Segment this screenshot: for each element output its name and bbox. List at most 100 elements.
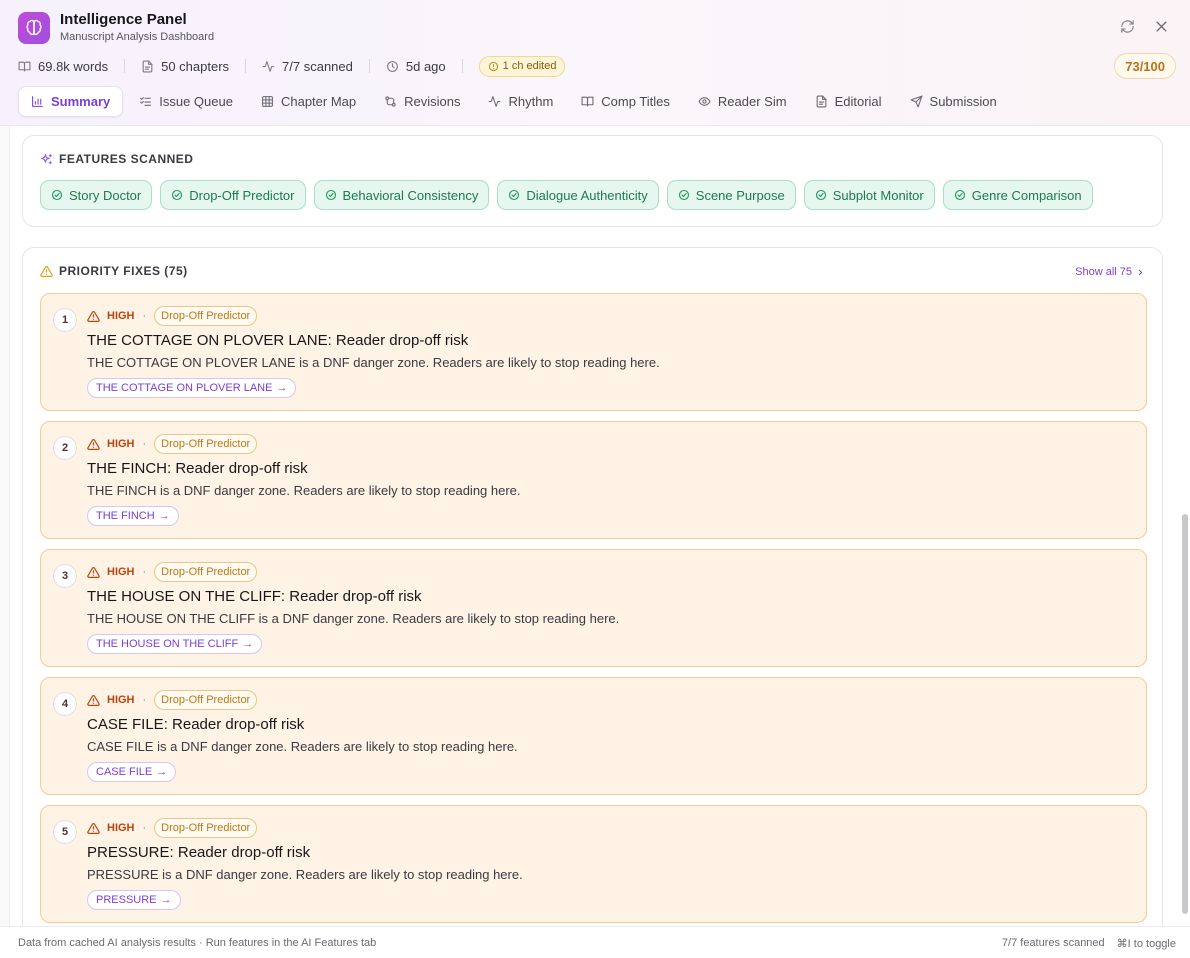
file-text-icon [816,95,826,108]
feature-tag: Drop-Off Predictor [154,434,258,454]
warning-icon [87,438,100,450]
severity-label: HIGH [107,438,135,450]
chapter-link[interactable]: THE HOUSE ON THE CLIFF → [87,634,263,654]
tab-comp-titles[interactable]: Comp Titles [569,86,682,117]
tab-summary[interactable]: Summary [18,86,124,117]
tab-label: Revisions [404,94,461,109]
stat-scanned: 7/7 scanned [262,59,353,74]
panel-header: Intelligence Panel Manuscript Analysis D… [0,0,1190,126]
check-circle-icon [678,189,689,201]
feature-chip-label: Behavioral Consistency [342,187,479,203]
stat-chapters-label: 50 chapters [161,58,230,74]
tab-label: Comp Titles [601,94,670,109]
footer-note: Data from cached AI analysis results · R… [18,937,377,949]
tab-chapter-map[interactable]: Chapter Map [249,86,368,117]
edited-badge: 1 ch edited [478,55,566,77]
arrow-right-icon: → [158,510,170,522]
arrow-right-icon: → [276,382,288,394]
warning-icon [87,694,100,706]
separator-dot: · [142,694,147,706]
feature-chip: Dialogue Authenticity [497,180,659,210]
warning-icon [87,822,100,834]
features-card: FEATURES SCANNED Story Doctor Drop-Off Pr… [22,135,1163,227]
warning-icon [87,310,100,322]
send-icon [910,95,922,108]
chapter-link[interactable]: CASE FILE → [87,762,177,782]
tab-label: Summary [51,94,111,109]
tab-reader-sim[interactable]: Reader Sim [686,86,799,117]
edited-label: 1 ch edited [502,60,557,72]
fix-number: 4 [53,692,77,716]
fix-title: THE HOUSE ON THE CLIFF: Reader drop-off … [87,588,422,605]
fix-number: 1 [53,308,77,332]
chapter-link[interactable]: PRESSURE → [87,890,181,910]
feature-chip: Behavioral Consistency [313,180,490,210]
tab-revisions[interactable]: Revisions [372,86,472,117]
tab-editorial[interactable]: Editorial [803,86,894,117]
priority-card: PRIORITY FIXES (75) Show all 75 1 HIGH · Dr… [22,247,1163,926]
app-title: Intelligence Panel [60,11,187,28]
feature-chip-label: Dialogue Authenticity [526,187,648,203]
tab-label: Reader Sim [717,94,787,109]
tab-label: Submission [929,94,997,109]
tab-rhythm[interactable]: Rhythm [476,86,565,117]
fix-number: 3 [53,564,77,588]
separator-dot: · [142,438,147,450]
tab-submission[interactable]: Submission [898,86,1009,117]
intelligence-panel: Intelligence Panel Manuscript Analysis D… [0,0,1190,958]
tab-issue-queue[interactable]: Issue Queue [127,86,245,117]
severity-label: HIGH [107,310,135,322]
eye-icon [698,97,711,106]
scrollbar[interactable] [1182,514,1188,914]
left-rail [0,126,10,926]
show-all-link[interactable]: Show all 75 [1075,266,1145,278]
priority-fix-item[interactable]: 4 HIGH · Drop-Off Predictor CASE FILE: Reade… [40,677,1147,795]
fix-meta: HIGH · Drop-Off Predictor [87,562,258,582]
feature-chip: Subplot Monitor [803,180,935,210]
feature-chip: Genre Comparison [942,180,1093,210]
priority-fix-item[interactable]: 3 HIGH · Drop-Off Predictor THE HOUSE ON THE… [40,549,1147,667]
feature-chip-label: Drop-Off Predictor [189,187,295,203]
fix-meta: HIGH · Drop-Off Predictor [87,434,258,454]
footer-shortcut: ⌘I to toggle [1116,938,1176,950]
feature-chip: Scene Purpose [666,180,796,210]
fix-description: THE FINCH is a DNF danger zone. Readers … [87,483,521,498]
check-circle-icon [172,189,183,201]
score-badge: 73/100 [1114,53,1176,79]
chapter-link-label: THE COTTAGE ON PLOVER LANE [96,382,273,394]
priority-fix-item[interactable]: 2 HIGH · Drop-Off Predictor THE FINCH: Reade… [40,421,1147,539]
footer-scanned: 7/7 features scanned [1001,937,1105,949]
feature-chip: Story Doctor [40,180,153,210]
chevron-right-icon [1138,269,1143,275]
close-icon[interactable] [1152,17,1170,35]
check-circle-icon [325,189,336,201]
check-circle-icon [509,189,520,201]
title-row: Intelligence Panel Manuscript Analysis D… [18,11,214,44]
feature-tag: Drop-Off Predictor [154,818,258,838]
priority-fix-item[interactable]: 1 HIGH · Drop-Off Predictor THE COTTAGE ON P… [40,293,1147,411]
bar-chart-icon [32,96,43,107]
grid-icon [262,96,273,107]
priority-fix-item[interactable]: 5 HIGH · Drop-Off Predictor PRESSURE: Reader… [40,805,1147,923]
warning-icon [87,566,100,578]
tab-label: Issue Queue [159,94,233,109]
chapter-link[interactable]: THE COTTAGE ON PLOVER LANE → [87,378,297,398]
fix-description: PRESSURE is a DNF danger zone. Readers a… [87,867,523,882]
fix-title: CASE FILE: Reader drop-off risk [87,716,305,733]
refresh-icon[interactable] [1118,17,1136,35]
severity-label: HIGH [107,694,135,706]
stats-row: 69.8k words 50 chapters 7/7 scanned 5d a… [18,55,566,77]
fix-description: THE COTTAGE ON PLOVER LANE is a DNF dang… [87,355,660,370]
chapter-link[interactable]: THE FINCH → [87,506,179,526]
chapter-link-label: CASE FILE [96,766,153,778]
stat-chapters: 50 chapters [141,59,229,74]
book-open-icon [581,96,594,107]
feature-chip-label: Subplot Monitor [832,187,924,203]
priority-heading-label: PRIORITY FIXES (75) [59,264,188,278]
fix-number: 5 [53,820,77,844]
stat-words: 69.8k words [18,59,108,74]
stat-scanned-label: 7/7 scanned [282,58,353,74]
clock-icon [386,60,398,72]
check-circle-icon [954,189,965,201]
stat-age-label: 5d ago [405,58,446,74]
